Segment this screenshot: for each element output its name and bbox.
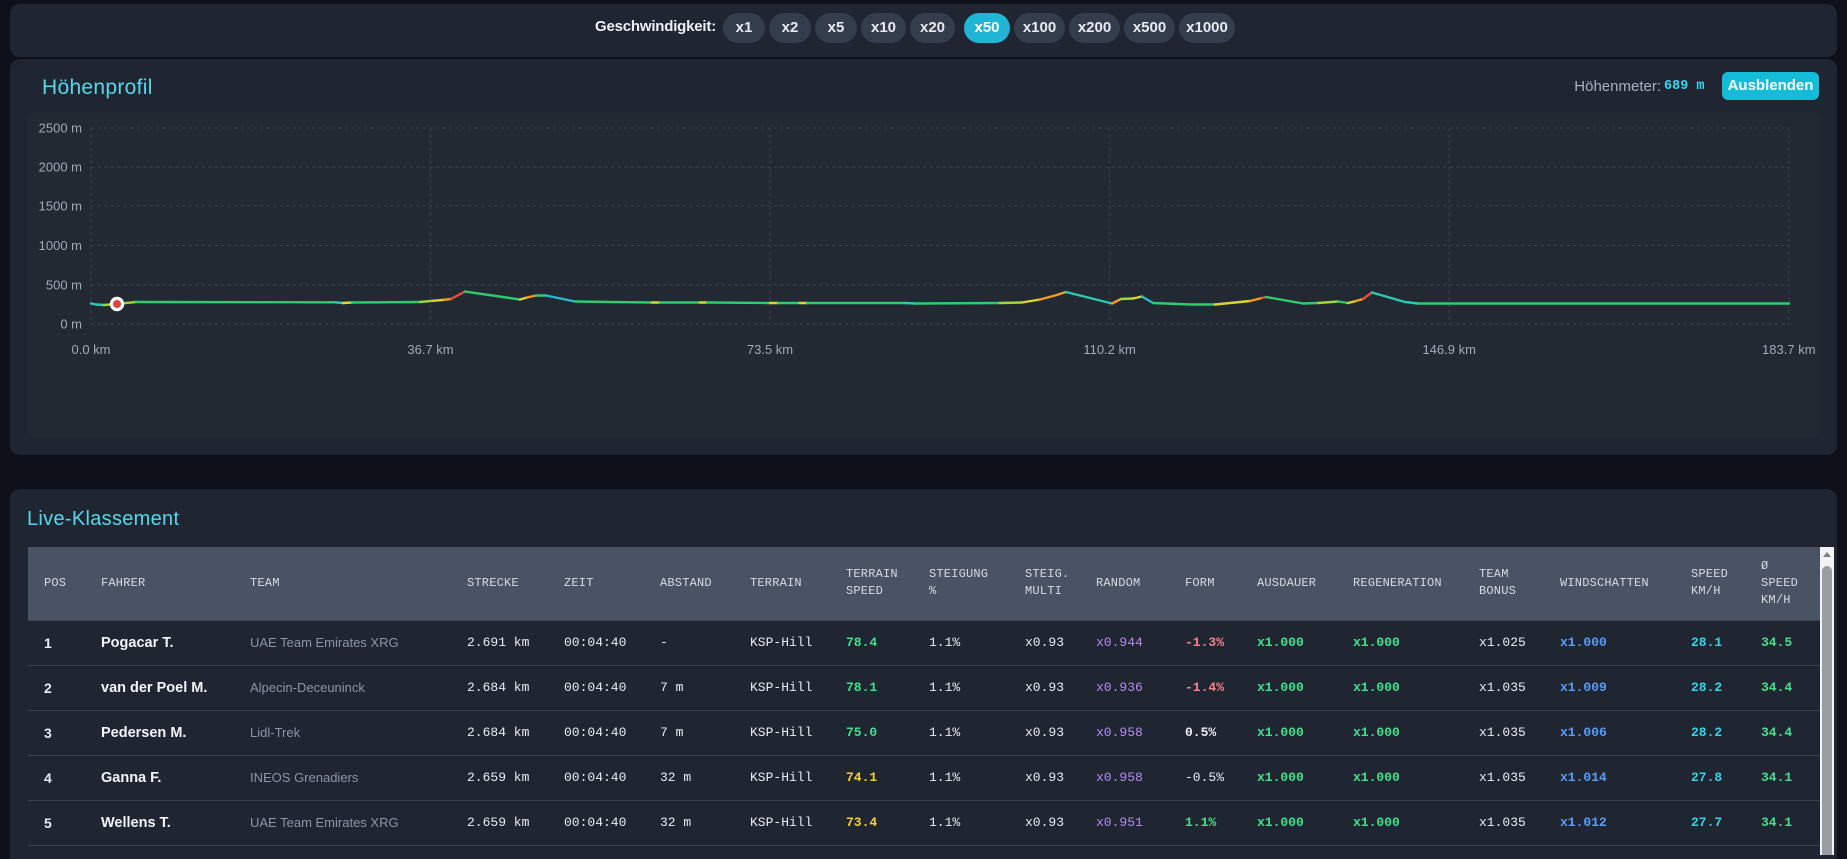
svg-text:1500 m: 1500 m <box>39 199 82 214</box>
svg-text:0 m: 0 m <box>60 317 82 332</box>
svg-text:2500 m: 2500 m <box>39 121 82 136</box>
svg-text:73.5 km: 73.5 km <box>747 342 793 357</box>
svg-text:146.9 km: 146.9 km <box>1422 342 1475 357</box>
svg-text:183.7 km: 183.7 km <box>1762 342 1815 357</box>
svg-text:110.2 km: 110.2 km <box>1083 342 1136 357</box>
svg-text:0.0 km: 0.0 km <box>71 342 110 357</box>
svg-text:500 m: 500 m <box>46 277 82 292</box>
svg-text:36.7 km: 36.7 km <box>407 342 453 357</box>
svg-text:2000 m: 2000 m <box>39 160 82 175</box>
svg-text:1000 m: 1000 m <box>39 238 82 253</box>
